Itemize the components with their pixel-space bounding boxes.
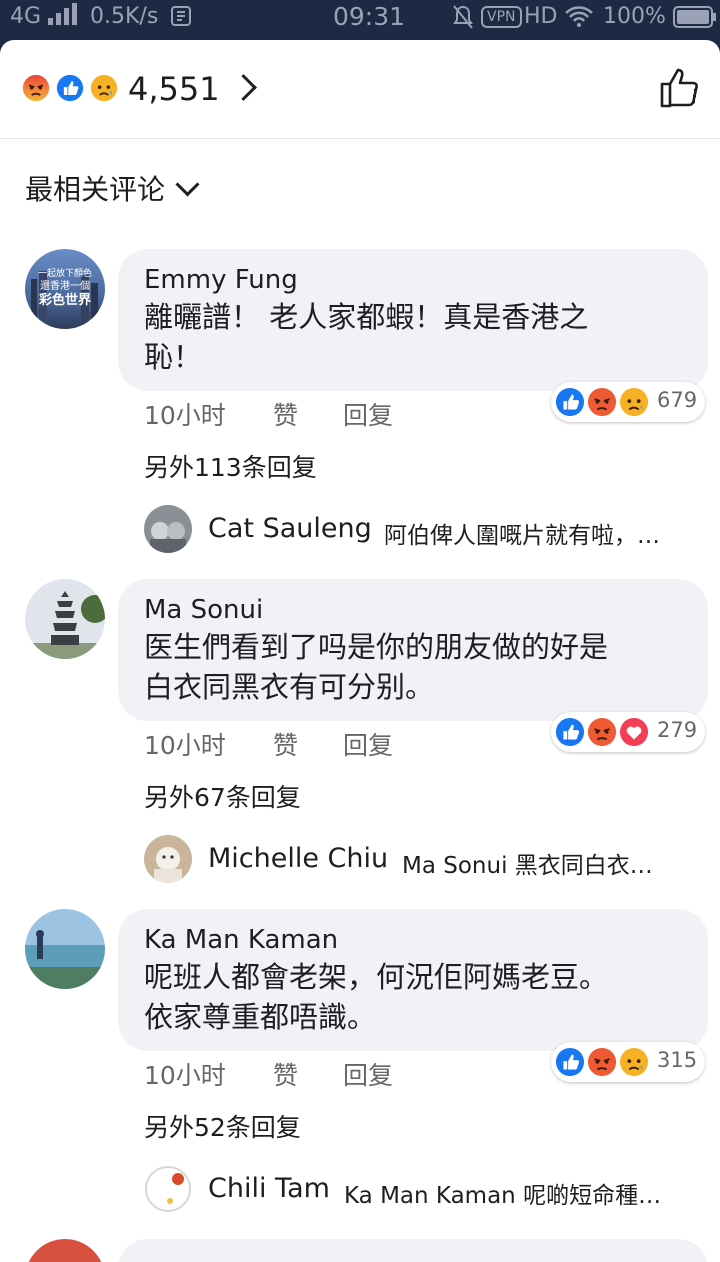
wifi-icon: [564, 4, 594, 34]
reply-text: 阿伯俾人圍嘅片就有啦，…: [384, 523, 660, 549]
comment-author[interactable]: Ma Sonui: [144, 593, 682, 627]
angry-icon: [20, 72, 52, 104]
angry-icon: [585, 385, 619, 419]
like-link[interactable]: 赞: [273, 396, 298, 432]
battery-icon: [673, 6, 717, 34]
vpn-badge: VPN: [481, 6, 522, 28]
reply-link[interactable]: 回复: [343, 1056, 393, 1092]
comment-text-line: 医生們看到了吗是你的朋友做的好是: [144, 630, 609, 664]
reaction-count: 679: [657, 388, 698, 412]
reply-preview[interactable]: Michelle Chiu Ma Sonui 黑衣同白衣…: [144, 835, 704, 885]
thumbs-up-icon: [660, 68, 698, 108]
like-icon: [54, 72, 86, 104]
reply-link[interactable]: 回复: [343, 726, 393, 762]
network-speed: 0.5K/s: [90, 4, 159, 29]
reply-text: Ma Sonui 黑衣同白衣…: [402, 853, 653, 879]
reply-text: Ka Man Kaman 呢啲短命種…: [344, 1183, 662, 1209]
reactions-summary[interactable]: 4,551: [20, 68, 270, 112]
angry-icon: [585, 1045, 619, 1079]
comment-bubble[interactable]: Emmy Fung 離曬譜！ 老人家都蝦！真是香港之 恥！: [118, 249, 708, 391]
love-icon: [617, 715, 651, 749]
comment-reactions[interactable]: 679: [551, 382, 705, 422]
comment-author[interactable]: Emmy Fung: [144, 263, 682, 297]
comment-bubble[interactable]: Ma Sonui 医生們看到了吗是你的朋友做的好是 白衣同黑衣有可分别。: [118, 579, 708, 721]
reaction-count: 4,551: [128, 70, 220, 108]
reply-preview[interactable]: Chili Tam Ka Man Kaman 呢啲短命種…: [144, 1165, 704, 1215]
reactions-header: 4,551: [0, 40, 720, 139]
commenter-avatar[interactable]: 一起放下顏色 還香港一個 彩色世界: [25, 249, 105, 329]
like-icon: [553, 715, 587, 749]
like-button[interactable]: [658, 66, 702, 110]
comment-text-line: 依家尊重都唔識。: [144, 1000, 377, 1034]
commenter-avatar[interactable]: [25, 909, 105, 989]
like-icon: [553, 385, 587, 419]
like-link[interactable]: 赞: [273, 726, 298, 762]
signal-icon: [46, 2, 80, 32]
next-comment-bubble[interactable]: [118, 1239, 708, 1262]
angry-icon: [585, 715, 619, 749]
avatar-caption-line: 還香港一個: [40, 279, 90, 292]
commenter-avatar[interactable]: [25, 579, 105, 659]
comment-text-line: 恥！: [144, 340, 203, 374]
mute-icon: [452, 4, 474, 36]
reply-author[interactable]: Michelle Chiu: [208, 843, 388, 874]
comment-text-line: 離曬譜！ 老人家都蝦！真是香港之: [144, 300, 589, 334]
like-link[interactable]: 赞: [273, 1056, 298, 1092]
comment-author[interactable]: Ka Man Kaman: [144, 923, 682, 957]
reply-preview[interactable]: Cat Sauleng 阿伯俾人圍嘅片就有啦，…: [144, 505, 704, 555]
comment-bubble[interactable]: Ka Man Kaman 呢班人都會老架，何況佢阿媽老豆。 依家尊重都唔識。: [118, 909, 708, 1051]
reaction-count: 279: [657, 718, 698, 742]
reaction-count: 315: [657, 1048, 698, 1072]
sort-dropdown[interactable]: 最相关评论: [25, 168, 200, 208]
reply-avatar[interactable]: [144, 835, 192, 883]
comment-timestamp: 10小时: [144, 401, 226, 430]
like-icon: [553, 1045, 587, 1079]
reply-avatar[interactable]: [144, 505, 192, 553]
chevron-down-icon: [175, 172, 200, 197]
reply-avatar[interactable]: [144, 1165, 192, 1213]
comments-sheet: 4,551 最相关评论 一起放下顏色 還香港一個 彩色世界 Emmy Fung …: [0, 40, 720, 1262]
clock: 09:31: [333, 2, 406, 31]
status-bar: 4G 0.5K/s 09:31 VPN HD 100%: [0, 0, 720, 36]
view-more-replies[interactable]: 另外113条回复: [144, 448, 317, 484]
notification-icon: [170, 5, 192, 33]
avatar-caption-line: 一起放下顏色: [38, 267, 92, 279]
hd-indicator: HD: [524, 4, 558, 29]
comment-reactions[interactable]: 279: [551, 712, 705, 752]
avatar-caption-line: 彩色世界: [38, 292, 91, 308]
comment-reactions[interactable]: 315: [551, 1042, 705, 1082]
reply-author[interactable]: Cat Sauleng: [208, 513, 372, 544]
chevron-right-icon: [230, 74, 257, 101]
view-more-replies[interactable]: 另外67条回复: [144, 778, 301, 814]
next-comment-avatar[interactable]: [25, 1239, 105, 1262]
reply-author[interactable]: Chili Tam: [208, 1173, 330, 1204]
comment-text-line: 白衣同黑衣有可分别。: [144, 670, 435, 704]
sad-icon: [617, 385, 651, 419]
sad-icon: [617, 1045, 651, 1079]
network-indicator: 4G: [10, 4, 42, 29]
reply-link[interactable]: 回复: [343, 396, 393, 432]
sad-icon: [88, 72, 120, 104]
battery-level: 100%: [603, 4, 666, 29]
sort-label: 最相关评论: [25, 173, 166, 206]
comment-text-line: 呢班人都會老架，何況佢阿媽老豆。: [144, 960, 609, 994]
view-more-replies[interactable]: 另外52条回复: [144, 1108, 301, 1144]
comment-timestamp: 10小时: [144, 731, 226, 760]
comment-timestamp: 10小时: [144, 1061, 226, 1090]
